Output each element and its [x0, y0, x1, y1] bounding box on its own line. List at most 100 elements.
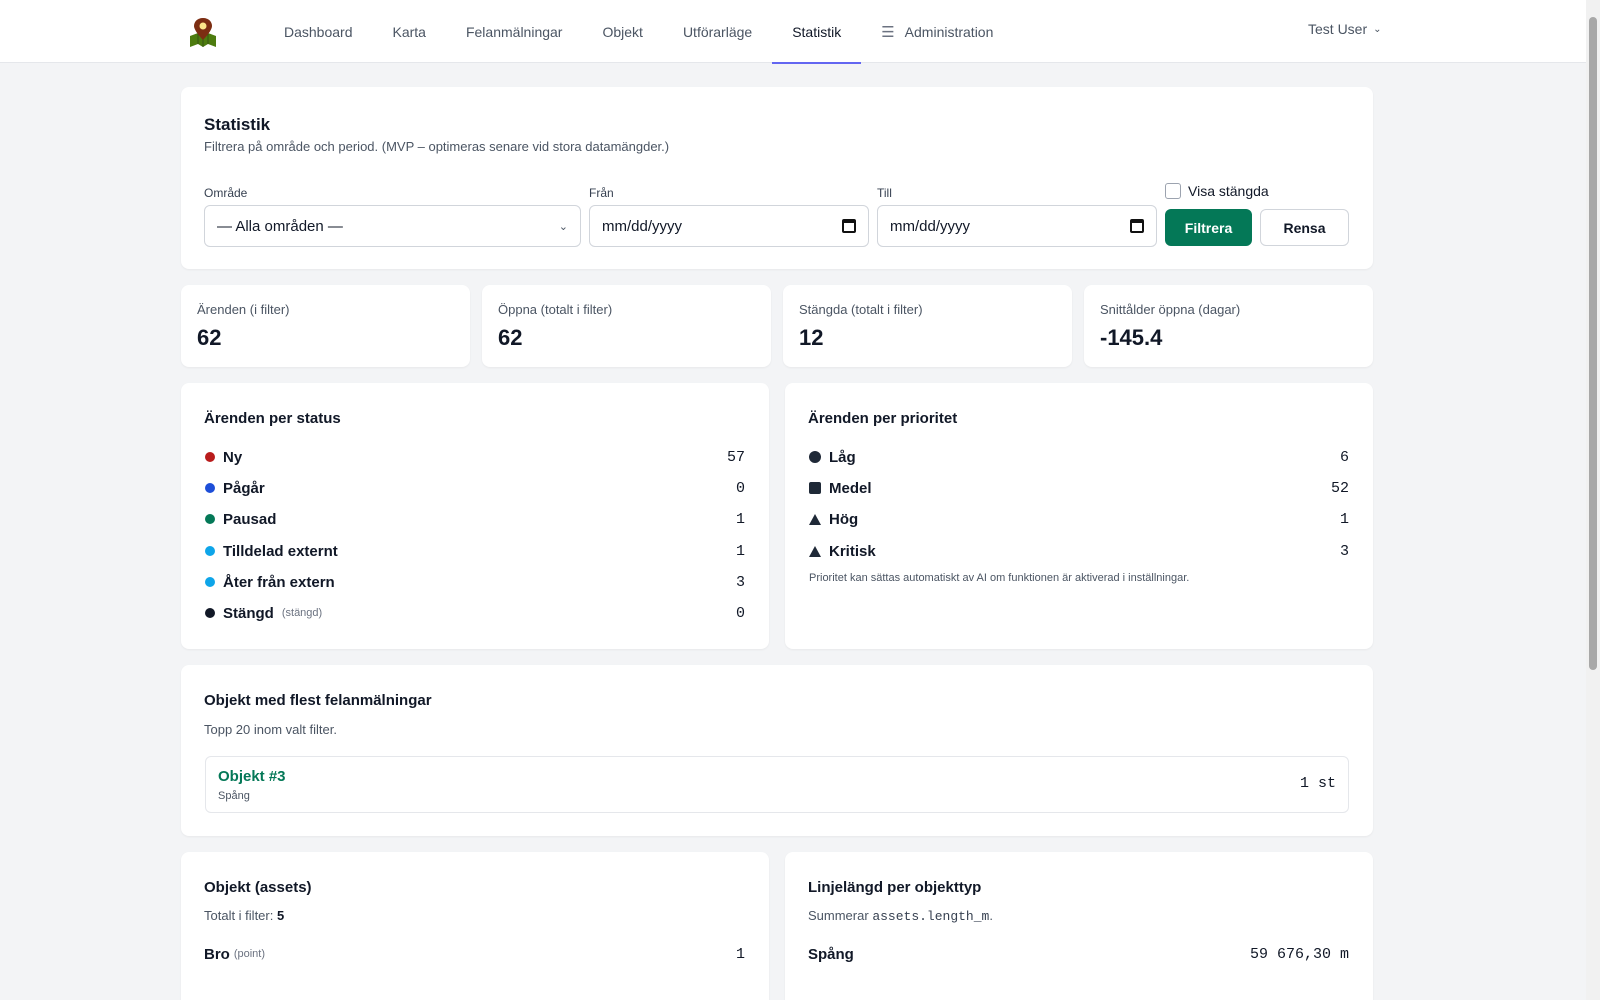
object-report-count: 1 st — [1299, 775, 1336, 792]
priority-row: Medel 52 — [809, 476, 1349, 500]
scrollbar-thumb[interactable] — [1589, 17, 1597, 670]
show-closed-checkbox[interactable] — [1165, 183, 1181, 199]
status-count: 1 — [735, 510, 745, 528]
assets-title: Objekt (assets) — [204, 879, 312, 896]
priority-count: 52 — [1330, 479, 1349, 497]
show-closed-label[interactable]: Visa stängda — [1188, 183, 1269, 199]
priority-row: Kritisk 3 — [809, 539, 1349, 563]
status-dot-icon — [205, 452, 215, 462]
calendar-icon[interactable] — [842, 219, 856, 233]
from-date-value: mm/dd/yyyy — [602, 217, 683, 235]
line-length-type-label: Spång — [808, 945, 854, 963]
user-menu[interactable]: Test User ⌄ — [1308, 21, 1382, 37]
status-dot-icon — [205, 577, 215, 587]
status-count: 57 — [726, 448, 745, 466]
status-card-title: Ärenden per status — [204, 410, 341, 427]
kpi-value: 62 — [197, 325, 222, 350]
status-row: Ny 57 — [205, 445, 745, 469]
status-count: 0 — [735, 479, 745, 497]
nav-administration[interactable]: ☰ Administration — [861, 0, 1013, 63]
priority-label: Låg — [829, 448, 856, 466]
status-label: Pågår — [223, 479, 265, 497]
status-row: Åter från extern 3 — [205, 570, 745, 594]
page-subtitle: Filtrera på område och period. (MVP – op… — [204, 139, 670, 154]
kpi-label: Snittålder öppna (dagar) — [1100, 302, 1241, 317]
assets-total-label: Totalt i filter: — [204, 908, 274, 923]
priority-note: Prioritet kan sättas automatiskt av AI o… — [809, 572, 1190, 584]
asset-type-label: Bro — [204, 945, 230, 963]
priority-count: 6 — [1339, 448, 1349, 466]
kpi-card-closed: Stängda (totalt i filter) 12 — [783, 285, 1072, 367]
line-length-subtitle-suffix: . — [989, 908, 993, 923]
priority-label: Hög — [829, 510, 859, 528]
status-label: Ny — [223, 448, 243, 466]
calendar-icon[interactable] — [1130, 219, 1144, 233]
kpi-card-total: Ärenden (i filter) 62 — [181, 285, 470, 367]
top-objects-subtitle: Topp 20 inom valt filter. — [204, 722, 337, 737]
kpi-value: -145.4 — [1100, 325, 1163, 350]
circle-icon — [809, 451, 821, 463]
map-pin-logo-icon[interactable] — [188, 16, 218, 48]
triangle-icon — [809, 545, 821, 557]
object-type: Spång — [218, 790, 250, 802]
status-label: Åter från extern — [223, 573, 335, 591]
status-count: 1 — [735, 542, 745, 560]
status-label: Pausad — [223, 510, 277, 528]
chevron-down-icon: ⌄ — [558, 220, 568, 233]
chevron-down-icon: ⌄ — [1373, 23, 1382, 35]
filter-button[interactable]: Filtrera — [1165, 209, 1252, 246]
kpi-card-avg-age: Snittålder öppna (dagar) -145.4 — [1084, 285, 1373, 367]
status-count: 0 — [735, 604, 745, 622]
nav-felanmalningar[interactable]: Felanmälningar — [446, 0, 583, 63]
assets-total: Totalt i filter: 5 — [204, 908, 284, 923]
square-icon — [809, 482, 821, 494]
nav-statistik[interactable]: Statistik — [772, 0, 862, 64]
top-objects-title: Objekt med flest felanmälningar — [204, 692, 432, 709]
line-length-value: 59 676,30 m — [1249, 945, 1349, 963]
area-select[interactable]: — Alla områden — ⌄ — [204, 205, 581, 247]
user-name: Test User — [1308, 21, 1368, 37]
status-dot-icon — [205, 608, 215, 618]
status-label: Stängd — [223, 604, 274, 622]
nav-objekt[interactable]: Objekt — [582, 0, 662, 63]
top-object-item: Objekt #3 Spång 1 st — [205, 756, 1349, 813]
status-dot-icon — [205, 483, 215, 493]
from-date-input[interactable]: mm/dd/yyyy — [589, 205, 869, 247]
hamburger-menu-icon: ☰ — [881, 23, 895, 41]
kpi-value: 12 — [799, 325, 824, 350]
status-row: Stängd (stängd) 0 — [205, 601, 745, 625]
status-suffix: (stängd) — [281, 607, 323, 619]
nav-administration-label: Administration — [904, 23, 994, 40]
nav-karta[interactable]: Karta — [373, 0, 446, 63]
priority-count: 3 — [1339, 542, 1349, 560]
nav-dashboard[interactable]: Dashboard — [264, 0, 373, 63]
line-length-card: Linjelängd per objekttyp Summerar assets… — [785, 852, 1373, 1000]
assets-total-value: 5 — [276, 908, 285, 923]
to-label: Till — [877, 186, 892, 200]
to-date-input[interactable]: mm/dd/yyyy — [877, 205, 1157, 247]
priority-count: 1 — [1339, 510, 1349, 528]
asset-type-count: 1 — [735, 945, 745, 963]
status-row: Tilldelad externt 1 — [205, 539, 745, 563]
priority-row: Hög 1 — [809, 507, 1349, 531]
status-dot-icon — [205, 546, 215, 556]
clear-button[interactable]: Rensa — [1260, 209, 1349, 246]
nav-utforarlage[interactable]: Utförarläge — [663, 0, 772, 63]
priority-card-title: Ärenden per prioritet — [808, 410, 958, 427]
object-link[interactable]: Objekt #3 — [218, 768, 286, 785]
priority-label: Kritisk — [829, 542, 876, 560]
kpi-value: 62 — [498, 325, 523, 350]
asset-type-row: Bro (point) 1 — [204, 942, 745, 966]
filter-card: Statistik Filtrera på område och period.… — [181, 87, 1373, 269]
status-label: Tilldelad externt — [223, 542, 338, 560]
from-label: Från — [589, 186, 614, 200]
line-length-row: Spång 59 676,30 m — [808, 942, 1349, 966]
line-length-field-code: assets.length_m — [872, 909, 990, 924]
status-row: Pausad 1 — [205, 507, 745, 531]
top-objects-card: Objekt med flest felanmälningar Topp 20 … — [181, 665, 1373, 836]
triangle-icon — [809, 513, 821, 525]
status-count: 3 — [735, 573, 745, 591]
assets-card: Objekt (assets) Totalt i filter: 5 Bro (… — [181, 852, 769, 1000]
asset-geometry-type: (point) — [233, 948, 266, 960]
line-length-subtitle-prefix: Summerar — [808, 908, 869, 923]
